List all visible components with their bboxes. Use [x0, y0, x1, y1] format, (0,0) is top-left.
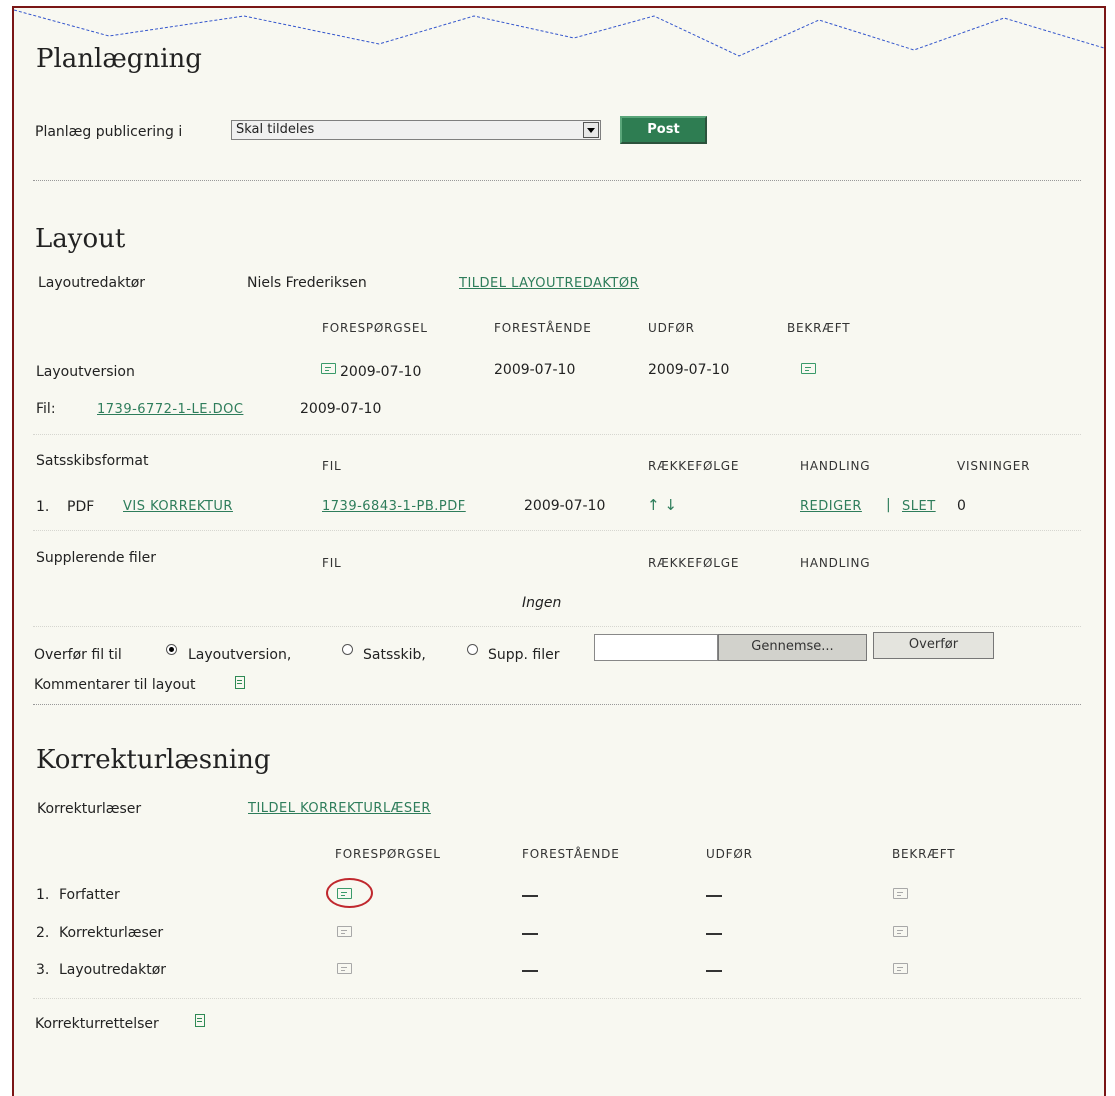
galley-col-order: RÆKKEFØLGE — [648, 459, 740, 473]
radio-galley[interactable] — [342, 644, 353, 655]
file-label: Fil: — [36, 401, 56, 417]
proof-col-complete: UDFØR — [706, 847, 753, 861]
edit-galley-link[interactable]: REDIGER — [800, 499, 862, 514]
layout-heading: Layout — [35, 224, 126, 254]
assign-proofreader-link[interactable]: TILDEL KORREKTURLÆSER — [248, 801, 431, 816]
galley-file-date: 2009-07-10 — [524, 498, 606, 514]
galley-col-file: FIL — [322, 459, 342, 473]
proof-row-number: 1. — [36, 887, 50, 903]
underway-date: 2009-07-10 — [494, 362, 576, 378]
dash-placeholder — [706, 970, 722, 972]
layout-file-link[interactable]: 1739-6772-1-LE.DOC — [97, 402, 243, 417]
supp-col-file: FIL — [322, 556, 342, 570]
layout-editor-label: Layoutredaktør — [38, 275, 146, 291]
proof-col-underway: FORESTÅENDE — [522, 847, 620, 861]
document-icon[interactable] — [235, 676, 245, 689]
delete-galley-link[interactable]: SLET — [902, 499, 936, 514]
action-separator: | — [886, 497, 891, 513]
proof-row-author: Forfatter — [59, 887, 120, 903]
radio-layout-version[interactable] — [166, 644, 177, 655]
radio-supp-files-label: Supp. filer — [488, 647, 560, 663]
schedule-label: Planlæg publicering i — [35, 124, 183, 140]
galley-file-link[interactable]: 1739-6843-1-PB.PDF — [322, 499, 466, 514]
radio-supp-files[interactable] — [467, 644, 478, 655]
email-icon — [337, 926, 352, 937]
view-proof-link[interactable]: VIS KORREKTUR — [123, 499, 233, 514]
empty-list-text: Ingen — [522, 595, 562, 611]
row-divider — [33, 530, 1081, 531]
upload-label: Overfør fil til — [34, 647, 122, 663]
chevron-down-icon[interactable] — [583, 122, 599, 138]
galley-format: PDF — [67, 499, 95, 515]
section-divider — [33, 180, 1081, 181]
proof-row-number: 3. — [36, 962, 50, 978]
email-icon — [893, 963, 908, 974]
proof-row-proofreader: Korrekturlæser — [59, 925, 164, 941]
assign-layout-editor-link[interactable]: TILDEL LAYOUTREDAKTØR — [459, 276, 639, 291]
highlight-circle — [326, 878, 373, 908]
dash-placeholder — [522, 933, 538, 935]
proofreading-corrections-label: Korrekturrettelser — [35, 1016, 159, 1032]
galley-views: 0 — [957, 498, 966, 514]
galley-row-number: 1. — [36, 499, 50, 515]
email-icon[interactable] — [321, 363, 336, 374]
section-divider — [33, 704, 1081, 705]
proof-col-request: FORESPØRGSEL — [335, 847, 441, 861]
schedule-select[interactable]: Skal tildeles — [231, 120, 601, 140]
post-button[interactable]: Post — [620, 116, 707, 144]
col-header-request: FORESPØRGSEL — [322, 321, 428, 335]
galley-label: Satsskibsformat — [36, 453, 149, 469]
galley-col-views: VISNINGER — [957, 459, 1031, 473]
layout-comments-label: Kommentarer til layout — [34, 677, 196, 693]
proof-row-number: 2. — [36, 925, 50, 941]
dash-placeholder — [706, 895, 722, 897]
scheduling-heading: Planlægning — [36, 44, 202, 74]
document-icon[interactable] — [195, 1014, 205, 1027]
proof-col-acknowledge: BEKRÆFT — [892, 847, 956, 861]
radio-galley-label: Satsskib, — [363, 647, 426, 663]
supp-col-action: HANDLING — [800, 556, 871, 570]
email-icon — [893, 888, 908, 899]
dash-placeholder — [522, 970, 538, 972]
supp-col-order: RÆKKEFØLGE — [648, 556, 740, 570]
proofreading-heading: Korrekturlæsning — [36, 745, 271, 775]
order-arrows[interactable]: ↑ ↓ — [647, 496, 677, 514]
col-header-acknowledge: BEKRÆFT — [787, 321, 851, 335]
email-icon[interactable] — [801, 363, 816, 374]
file-path-input[interactable] — [594, 634, 718, 661]
email-icon — [337, 963, 352, 974]
proofreader-label: Korrekturlæser — [37, 801, 142, 817]
row-divider — [33, 626, 1081, 627]
complete-date: 2009-07-10 — [648, 362, 730, 378]
proof-row-layout-editor: Layoutredaktør — [59, 962, 167, 978]
schedule-select-value: Skal tildeles — [236, 122, 315, 137]
layout-version-label: Layoutversion — [36, 364, 135, 380]
dash-placeholder — [522, 895, 538, 897]
col-header-complete: UDFØR — [648, 321, 695, 335]
email-icon — [893, 926, 908, 937]
browse-button[interactable]: Gennemse... — [718, 634, 867, 661]
radio-layout-version-label: Layoutversion, — [188, 647, 292, 663]
request-date: 2009-07-10 — [340, 364, 422, 380]
supplementary-label: Supplerende filer — [36, 550, 156, 566]
galley-col-action: HANDLING — [800, 459, 871, 473]
layout-editor-name: Niels Frederiksen — [247, 275, 367, 291]
dash-placeholder — [706, 933, 722, 935]
upload-button[interactable]: Overfør — [873, 632, 994, 659]
col-header-underway: FORESTÅENDE — [494, 321, 592, 335]
layout-file-date: 2009-07-10 — [300, 401, 382, 417]
content-frame — [12, 6, 1106, 1096]
row-divider — [33, 434, 1081, 435]
row-divider — [33, 998, 1081, 999]
